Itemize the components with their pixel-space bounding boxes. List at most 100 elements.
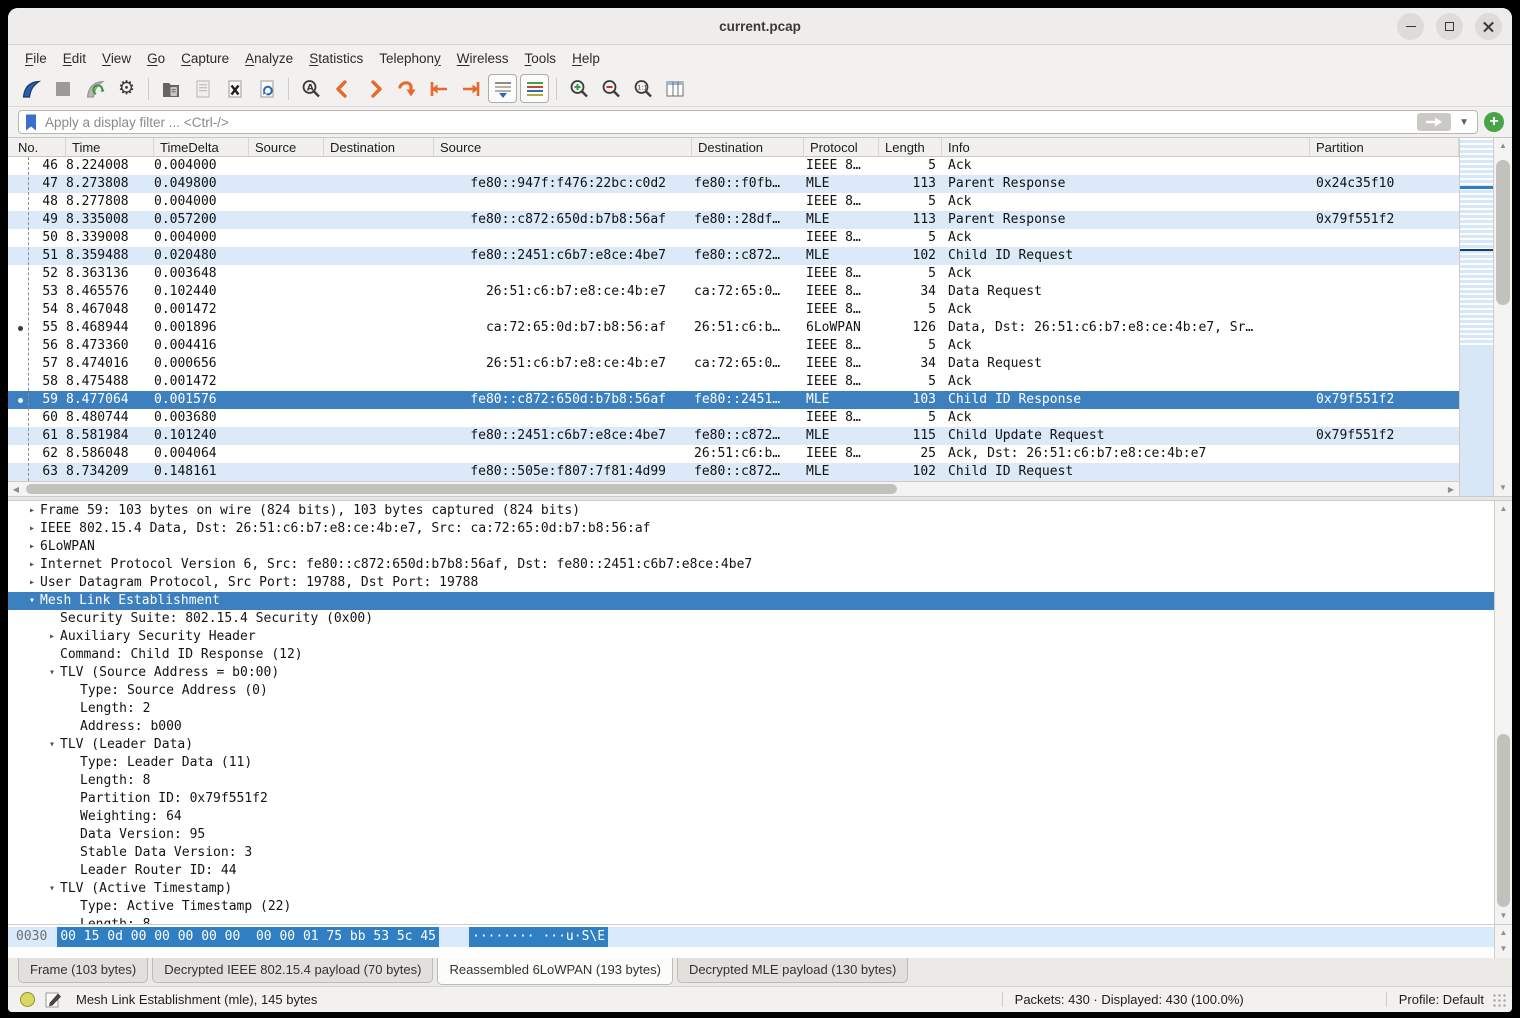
- hex-ascii-selected[interactable]: ········ ···u·S\E: [469, 927, 608, 947]
- add-filter-button[interactable]: +: [1484, 112, 1504, 132]
- column-header-no[interactable]: No.: [8, 138, 66, 156]
- collapse-arrow-icon[interactable]: ▾: [44, 880, 60, 898]
- bytes-vscrollbar[interactable]: ▲ ▼: [1494, 925, 1512, 958]
- zoom-out-button[interactable]: [596, 74, 625, 103]
- expand-arrow-icon[interactable]: ▸: [24, 574, 40, 592]
- column-header-partition[interactable]: Partition: [1310, 138, 1459, 156]
- reload-file-button[interactable]: [252, 74, 281, 103]
- scroll-up-icon[interactable]: ▲: [1495, 501, 1512, 517]
- detail-row[interactable]: Length: 8: [8, 916, 1494, 924]
- open-file-button[interactable]: [156, 74, 185, 103]
- column-header-destination[interactable]: Destination: [692, 138, 804, 156]
- menu-statistics[interactable]: Statistics: [301, 48, 371, 69]
- packet-row[interactable]: 608.4807440.003680IEEE 8…5Ack: [8, 409, 1459, 427]
- packet-row[interactable]: 548.4670480.001472IEEE 8…5Ack: [8, 301, 1459, 319]
- detail-row[interactable]: ▸User Datagram Protocol, Src Port: 19788…: [8, 574, 1494, 592]
- column-header-destination[interactable]: Destination: [324, 138, 434, 156]
- scroll-down-icon[interactable]: ▼: [1495, 941, 1512, 957]
- zoom-in-button[interactable]: [564, 74, 593, 103]
- detail-row[interactable]: Data Version: 95: [8, 826, 1494, 844]
- details-vscrollbar[interactable]: ▲ ▼: [1494, 501, 1512, 924]
- scroll-up-icon[interactable]: ▲: [1495, 925, 1512, 941]
- column-header-info[interactable]: Info: [942, 138, 1310, 156]
- detail-row[interactable]: Type: Active Timestamp (22): [8, 898, 1494, 916]
- go-to-packet-button[interactable]: [392, 74, 421, 103]
- detail-row[interactable]: Type: Source Address (0): [8, 682, 1494, 700]
- close-button[interactable]: [1475, 13, 1502, 40]
- expert-info-icon[interactable]: [20, 992, 35, 1007]
- first-packet-button[interactable]: [424, 74, 453, 103]
- scroll-right-icon[interactable]: ▶: [1443, 482, 1459, 497]
- packet-row[interactable]: 468.2240080.004000IEEE 8…5Ack: [8, 157, 1459, 175]
- menu-telephony[interactable]: Telephony: [371, 48, 449, 69]
- packet-row[interactable]: 628.5860480.00406426:51:c6:b…IEEE 8…25Ac…: [8, 445, 1459, 463]
- hex-row[interactable]: 0030 00 15 0d 00 00 00 00 00 00 00 01 75…: [8, 927, 1494, 947]
- titlebar[interactable]: current.pcap: [8, 8, 1512, 45]
- resize-grip[interactable]: [1492, 993, 1506, 1007]
- packet-row[interactable]: 568.4733600.004416IEEE 8…5Ack: [8, 337, 1459, 355]
- menu-view[interactable]: View: [94, 48, 139, 69]
- collapse-arrow-icon[interactable]: ▾: [44, 736, 60, 754]
- packet-row[interactable]: 618.5819840.101240fe80::2451:c6b7:e8ce:4…: [8, 427, 1459, 445]
- detail-row[interactable]: ▾TLV (Leader Data): [8, 736, 1494, 754]
- colorize-toggle[interactable]: [520, 74, 549, 103]
- close-file-button[interactable]: [220, 74, 249, 103]
- column-header-timedelta[interactable]: TimeDelta: [154, 138, 249, 156]
- menu-help[interactable]: Help: [564, 48, 608, 69]
- collapse-arrow-icon[interactable]: ▾: [24, 592, 40, 610]
- column-header-source[interactable]: Source: [434, 138, 692, 156]
- detail-row[interactable]: Leader Router ID: 44: [8, 862, 1494, 880]
- scroll-left-icon[interactable]: ◀: [8, 482, 24, 497]
- byte-tab[interactable]: Frame (103 bytes): [18, 958, 148, 983]
- filter-dropdown-caret[interactable]: ▼: [1455, 117, 1473, 128]
- menu-go[interactable]: Go: [139, 48, 173, 69]
- detail-row[interactable]: ▾Mesh Link Establishment: [8, 592, 1494, 610]
- scroll-down-icon[interactable]: ▼: [1494, 480, 1512, 496]
- packet-row[interactable]: 498.3350080.057200fe80::c872:650d:b7b8:5…: [8, 211, 1459, 229]
- collapse-arrow-icon[interactable]: ▾: [44, 664, 60, 682]
- menu-file[interactable]: File: [17, 48, 55, 69]
- packet-row[interactable]: 488.2778080.004000IEEE 8…5Ack: [8, 193, 1459, 211]
- detail-row[interactable]: Type: Leader Data (11): [8, 754, 1494, 772]
- maximize-button[interactable]: [1436, 13, 1463, 40]
- packet-row[interactable]: 588.4754880.001472IEEE 8…5Ack: [8, 373, 1459, 391]
- scroll-up-icon[interactable]: ▲: [1494, 138, 1512, 154]
- apply-filter-button[interactable]: [1417, 113, 1451, 131]
- find-packet-button[interactable]: A: [296, 74, 325, 103]
- last-packet-button[interactable]: [456, 74, 485, 103]
- byte-tab[interactable]: Reassembled 6LoWPAN (193 bytes): [437, 958, 672, 985]
- packet-minimap[interactable]: [1460, 138, 1494, 496]
- resize-columns-button[interactable]: [660, 74, 689, 103]
- detail-row[interactable]: ▸Internet Protocol Version 6, Src: fe80:…: [8, 556, 1494, 574]
- menu-analyze[interactable]: Analyze: [237, 48, 301, 69]
- zoom-reset-button[interactable]: 1:1: [628, 74, 657, 103]
- column-header-source[interactable]: Source: [249, 138, 324, 156]
- auto-scroll-toggle[interactable]: [488, 74, 517, 103]
- byte-tab[interactable]: Decrypted IEEE 802.15.4 payload (70 byte…: [152, 958, 433, 983]
- menu-tools[interactable]: Tools: [517, 48, 565, 69]
- go-back-button[interactable]: [328, 74, 357, 103]
- packet-row[interactable]: 558.4689440.001896ca:72:65:0d:b7:b8:56:a…: [8, 319, 1459, 337]
- detail-row[interactable]: Stable Data Version: 3: [8, 844, 1494, 862]
- packet-row[interactable]: 508.3390080.004000IEEE 8…5Ack: [8, 229, 1459, 247]
- detail-row[interactable]: Command: Child ID Response (12): [8, 646, 1494, 664]
- start-capture-button[interactable]: [16, 74, 45, 103]
- detail-row[interactable]: ▸Auxiliary Security Header: [8, 628, 1494, 646]
- detail-row[interactable]: Security Suite: 802.15.4 Security (0x00): [8, 610, 1494, 628]
- byte-tab[interactable]: Decrypted MLE payload (130 bytes): [677, 958, 908, 983]
- packet-row[interactable]: 638.7342090.148161fe80::505e:f807:7f81:4…: [8, 463, 1459, 481]
- save-file-button[interactable]: [188, 74, 217, 103]
- detail-row[interactable]: ▸6LoWPAN: [8, 538, 1494, 556]
- detail-row[interactable]: Length: 8: [8, 772, 1494, 790]
- expand-arrow-icon[interactable]: ▸: [24, 502, 40, 520]
- packet-row[interactable]: 518.3594880.020480fe80::2451:c6b7:e8ce:4…: [8, 247, 1459, 265]
- statusbar-profile[interactable]: Profile: Default: [1399, 992, 1484, 1007]
- packet-row[interactable]: 478.2738080.049800fe80::947f:f476:22bc:c…: [8, 175, 1459, 193]
- menu-capture[interactable]: Capture: [173, 48, 237, 69]
- detail-row[interactable]: Address: b000: [8, 718, 1494, 736]
- packet-row[interactable]: 598.4770640.001576fe80::c872:650d:b7b8:5…: [8, 391, 1459, 409]
- detail-row[interactable]: ▾TLV (Active Timestamp): [8, 880, 1494, 898]
- vscroll-thumb[interactable]: [1496, 160, 1510, 305]
- capture-comment-icon[interactable]: [45, 991, 62, 1008]
- expand-arrow-icon[interactable]: ▸: [24, 538, 40, 556]
